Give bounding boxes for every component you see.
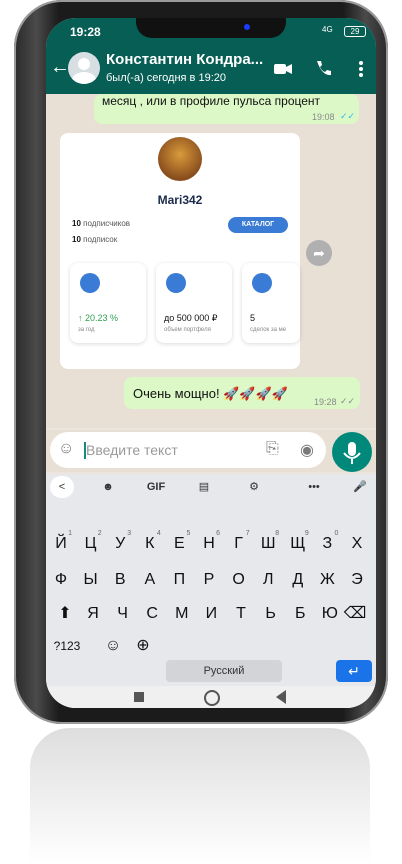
key-Ш[interactable]: Ш8	[255, 528, 281, 560]
key-К[interactable]: К4	[137, 528, 163, 560]
avatar[interactable]	[68, 52, 100, 84]
phone-frame: 19:28 4G 29 ← Константин Кондра... был(-…	[14, 0, 388, 724]
status-bar: 19:28 4G 29	[46, 18, 376, 44]
sticker-icon[interactable]: ☻	[96, 476, 120, 498]
chat-area: месяц , или в профиле пульса процент 19:…	[46, 94, 376, 428]
catalog-button[interactable]: КАТАЛОГ	[228, 217, 288, 233]
attach-icon[interactable]: ⎘	[266, 440, 279, 458]
notch	[136, 18, 286, 38]
mic-button[interactable]	[332, 432, 372, 472]
numbers-key[interactable]: ?123	[52, 630, 82, 662]
enter-key-icon[interactable]: ↵	[336, 660, 372, 682]
camera-button-icon[interactable]: ◉	[300, 440, 314, 460]
key-Ь[interactable]: Ь	[258, 598, 284, 630]
key-В[interactable]: В	[107, 564, 133, 596]
key-Л[interactable]: Л	[255, 564, 281, 596]
key-Н[interactable]: Н6	[196, 528, 222, 560]
message-bubble[interactable]: Очень мощно! 🚀🚀🚀🚀 19:28 ✓✓	[124, 377, 360, 409]
key-Ф[interactable]: Ф	[48, 564, 74, 596]
shift-key-icon[interactable]: ⬆	[52, 598, 78, 630]
stat-tile: 5 сделок за ме	[242, 263, 300, 343]
message-bubble[interactable]: месяц , или в профиле пульса процент 19:…	[94, 94, 359, 124]
keyboard: < ☻ GIF ▤ ⚙ ••• 🎤 Й1Ц2У3К4Е5Н6Г7Ш8Щ9З0Х …	[46, 474, 376, 708]
message-placeholder: Введите текст	[86, 442, 178, 458]
back-arrow-icon[interactable]: ←	[50, 56, 70, 79]
key-Ц[interactable]: Ц2	[78, 528, 104, 560]
double-check-icon: ✓✓	[340, 111, 356, 121]
key-И[interactable]: И	[198, 598, 224, 630]
pie-icon	[166, 273, 186, 293]
key-О[interactable]: О	[226, 564, 252, 596]
contact-name[interactable]: Константин Кондра...	[106, 51, 266, 68]
message-text: месяц , или в профиле пульса процент	[102, 94, 321, 108]
signal-icon: 4G	[322, 25, 333, 34]
key-Р[interactable]: Р	[196, 564, 222, 596]
language-key-icon[interactable]: ⊕	[130, 630, 156, 662]
key-Я[interactable]: Я	[80, 598, 106, 630]
backspace-key-icon[interactable]: ⌫	[342, 598, 368, 630]
key-З[interactable]: З0	[314, 528, 340, 560]
key-П[interactable]: П	[166, 564, 192, 596]
key-М[interactable]: М	[169, 598, 195, 630]
profile-name: Mari342	[157, 193, 203, 207]
chart-icon	[252, 273, 272, 293]
settings-icon[interactable]: ⚙	[242, 476, 266, 498]
profile-card[interactable]: Mari342 10 подписчиков 10 подписок КАТАЛ…	[60, 133, 300, 369]
key-У[interactable]: У3	[107, 528, 133, 560]
contact-status: был(-а) сегодня в 19:20	[106, 72, 226, 84]
message-time: 19:08	[312, 112, 335, 122]
key-Т[interactable]: Т	[228, 598, 254, 630]
gif-button[interactable]: GIF	[142, 476, 170, 498]
phone-reflection	[30, 728, 370, 864]
nav-bar	[46, 686, 376, 708]
key-Б[interactable]: Б	[287, 598, 313, 630]
stat-tile: ↑ 20.23 % за год	[70, 263, 146, 343]
key-А[interactable]: А	[137, 564, 163, 596]
voice-input-icon[interactable]: 🎤	[348, 476, 372, 498]
key-Е[interactable]: Е5	[166, 528, 192, 560]
emoji-key-icon[interactable]: ☺	[100, 630, 126, 662]
key-Э[interactable]: Э	[344, 564, 370, 596]
message-input[interactable]: ☺ Введите текст ⎘ ◉	[50, 432, 326, 468]
home-icon[interactable]	[204, 690, 220, 706]
more-icon[interactable]: •••	[302, 476, 326, 498]
status-time: 19:28	[70, 25, 101, 39]
key-Х[interactable]: Х	[344, 528, 370, 560]
double-check-icon: ✓✓	[340, 396, 356, 406]
key-Ы[interactable]: Ы	[78, 564, 104, 596]
key-Д[interactable]: Д	[285, 564, 311, 596]
battery-icon: 29	[344, 26, 366, 37]
screen: 19:28 4G 29 ← Константин Кондра... был(-…	[46, 18, 376, 708]
composer: ☺ Введите текст ⎘ ◉	[46, 430, 376, 472]
phone-icon[interactable]	[312, 58, 334, 80]
forward-icon[interactable]: ➦	[306, 240, 332, 266]
clipboard-icon[interactable]: ▤	[192, 476, 216, 498]
card-time: 19:09	[266, 355, 289, 365]
mic-icon	[343, 442, 361, 464]
key-Й[interactable]: Й1	[48, 528, 74, 560]
message-time: 19:28	[314, 397, 337, 407]
subscribers-info: 10 подписчиков	[72, 219, 131, 228]
camera-icon	[244, 24, 250, 30]
key-Ж[interactable]: Ж	[314, 564, 340, 596]
message-text: Очень мощно! 🚀🚀🚀🚀	[133, 386, 288, 401]
key-Щ[interactable]: Щ9	[285, 528, 311, 560]
space-key[interactable]: Русский	[166, 660, 282, 682]
key-С[interactable]: С	[139, 598, 165, 630]
profile-photo	[158, 137, 202, 181]
recents-icon[interactable]	[134, 692, 144, 702]
key-Г[interactable]: Г7	[226, 528, 252, 560]
more-vert-icon[interactable]	[350, 58, 372, 80]
back-nav-icon[interactable]	[276, 690, 286, 704]
chart-icon	[80, 273, 100, 293]
emoji-icon[interactable]: ☺	[58, 440, 74, 458]
key-Ч[interactable]: Ч	[110, 598, 136, 630]
subscriptions-info: 10 подписок	[72, 235, 118, 244]
key-Ю[interactable]: Ю	[317, 598, 343, 630]
collapse-icon[interactable]: <	[50, 476, 74, 498]
video-call-icon[interactable]	[272, 58, 294, 80]
chat-header: ← Константин Кондра... был(-а) сегодня в…	[46, 44, 376, 94]
stat-tile: до 500 000 ₽ объем портфеля	[156, 263, 232, 343]
